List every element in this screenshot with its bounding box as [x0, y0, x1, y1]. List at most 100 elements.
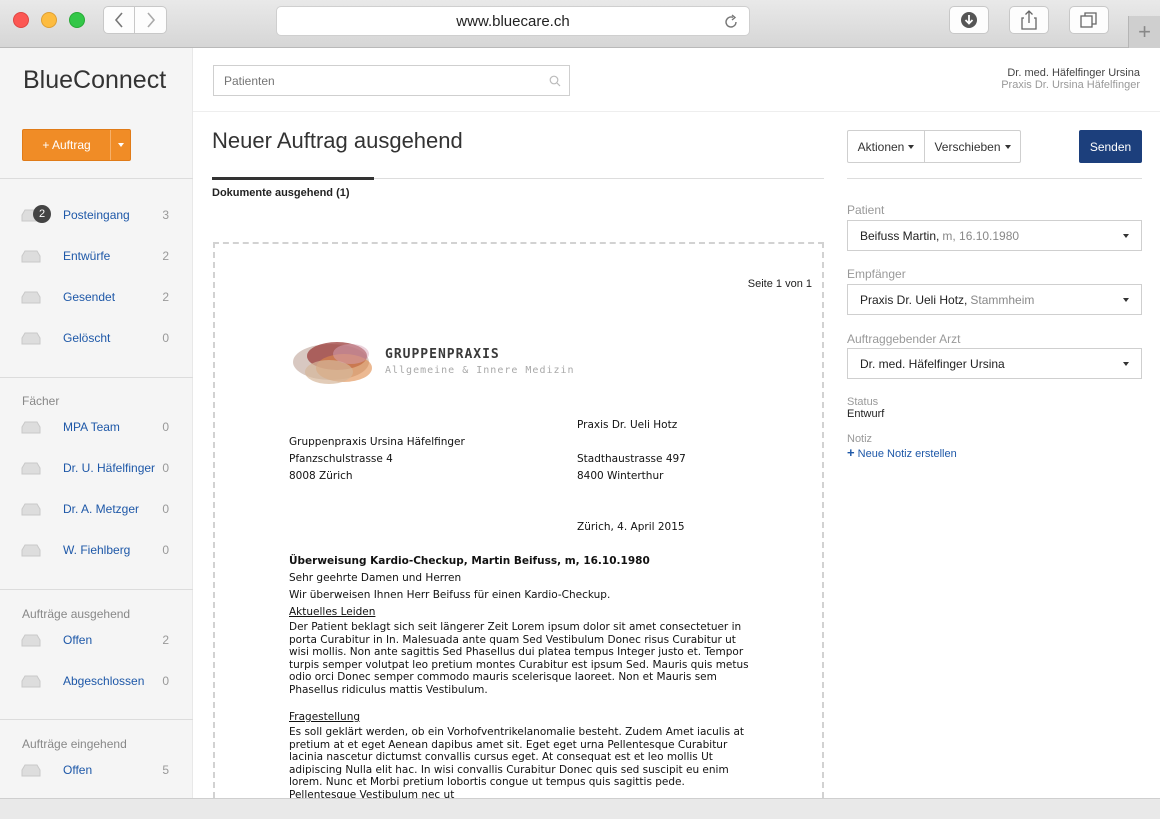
send-button[interactable]: Senden — [1079, 130, 1142, 163]
tab-overview-button[interactable] — [1069, 6, 1109, 34]
sidebar-item-count: 0 — [162, 461, 169, 475]
sidebar-item-gesendet[interactable]: Gesendet 2 — [0, 282, 193, 312]
reload-icon[interactable] — [721, 12, 741, 32]
letter-date: Zürich, 4. April 2015 — [577, 521, 685, 533]
chevron-down-icon — [1004, 144, 1011, 149]
chevron-down-icon — [1123, 298, 1129, 302]
sidebar-item-posteingang[interactable]: 2 Posteingang 3 — [0, 200, 193, 230]
sidebar-item-count: 2 — [162, 249, 169, 263]
sidebar-item-label: Offen — [63, 633, 93, 647]
sidebar-item-count: 2 — [162, 633, 169, 647]
sidebar-item-count: 5 — [162, 763, 169, 777]
sidebar-item-ausgehend-offen[interactable]: Offen 2 — [0, 625, 193, 655]
patient-search[interactable] — [213, 65, 570, 96]
document-preview[interactable]: Seite 1 von 1 GRUPPENPRAXIS Allgemeine &… — [213, 242, 824, 798]
inbox-icon — [21, 250, 41, 263]
sidebar-item-count: 0 — [162, 420, 169, 434]
forward-button[interactable] — [135, 6, 167, 34]
status-value: Entwurf — [847, 408, 885, 420]
recipient-name: Praxis Dr. Ueli Hotz, — [860, 292, 968, 307]
app-brand: BlueConnect — [23, 66, 167, 94]
sidebar-item-label: Offen — [63, 763, 93, 777]
sidebar-divider — [0, 719, 193, 720]
doctor-select[interactable]: Dr. med. Häfelfinger Ursina — [847, 348, 1142, 379]
sidebar-item-geloescht[interactable]: Gelöscht 0 — [0, 323, 193, 353]
sidebar-item-label: MPA Team — [63, 420, 120, 434]
actions-dropdown[interactable]: Aktionen — [847, 130, 925, 163]
logo-subtitle: Allgemeine & Innere Medizin — [385, 365, 575, 376]
sidebar-item-count: 0 — [162, 543, 169, 557]
patient-select[interactable]: Beifuss Martin, m, 16.10.1980 — [847, 220, 1142, 251]
inbox-icon — [21, 503, 41, 516]
chevron-down-icon — [117, 143, 124, 147]
plus-icon: + — [1138, 19, 1151, 44]
new-tab-button[interactable]: + — [1128, 16, 1160, 48]
inbox-icon — [21, 291, 41, 304]
minimize-window-button[interactable] — [41, 12, 57, 28]
patient-label: Patient — [847, 203, 885, 217]
tab-documents-outgoing[interactable]: Dokumente ausgehend (1) — [212, 187, 350, 199]
zoom-window-button[interactable] — [69, 12, 85, 28]
sidebar-item-mpa-team[interactable]: MPA Team 0 — [0, 412, 193, 442]
sidebar-item-eingehend-offen[interactable]: Offen 5 — [0, 755, 193, 785]
unread-badge: 2 — [33, 205, 51, 223]
logo-title: GRUPPENPRAXIS — [385, 347, 500, 362]
sidebar-item-count: 3 — [162, 208, 169, 222]
sidebar-item-label: Abgeschlossen — [63, 674, 145, 688]
sidebar-item-ausgehend-abgeschlossen[interactable]: Abgeschlossen 0 — [0, 666, 193, 696]
sender-address-name: Gruppenpraxis Ursina Häfelfinger — [289, 436, 465, 448]
close-window-button[interactable] — [13, 12, 29, 28]
search-icon — [549, 75, 561, 87]
sidebar-item-label: Gesendet — [63, 290, 116, 304]
url-text: www.bluecare.ch — [456, 12, 570, 30]
browser-status-bar — [0, 798, 1160, 819]
sidebar-heading-faecher: Fächer — [22, 394, 60, 408]
chevron-down-icon — [1123, 234, 1129, 238]
user-info[interactable]: Dr. med. Häfelfinger Ursina Praxis Dr. U… — [1001, 67, 1140, 91]
add-note-label: Neue Notiz erstellen — [857, 448, 957, 460]
address-bar[interactable]: www.bluecare.ch — [276, 6, 750, 36]
sidebar-item-haefelfinger[interactable]: Dr. U. Häfelfinger 0 — [0, 453, 193, 483]
sidebar-item-entwuerfe[interactable]: Entwürfe 2 — [0, 241, 193, 271]
user-name: Dr. med. Häfelfinger Ursina — [1007, 67, 1140, 79]
recipient-address-city: 8400 Winterthur — [577, 470, 664, 482]
new-order-dropdown[interactable] — [110, 130, 130, 160]
sender-address-city: 8008 Zürich — [289, 470, 353, 482]
chevron-right-icon — [146, 12, 155, 28]
recipient-label: Empfänger — [847, 267, 906, 281]
tabs-icon — [1080, 12, 1097, 28]
inbox-icon — [21, 675, 41, 688]
inbox-icon — [21, 332, 41, 345]
share-icon — [1021, 10, 1037, 30]
panel-divider — [847, 178, 1142, 179]
move-dropdown[interactable]: Verschieben — [924, 130, 1021, 163]
letter-intro: Wir überweisen Ihnen Herr Beifuss für ei… — [289, 589, 611, 601]
letter-subject: Überweisung Kardio-Checkup, Martin Beifu… — [289, 555, 650, 567]
actions-label: Aktionen — [857, 139, 905, 154]
sidebar-item-metzger[interactable]: Dr. A. Metzger 0 — [0, 494, 193, 524]
share-button[interactable] — [1009, 6, 1049, 34]
section-heading: Fragestellung — [289, 711, 361, 723]
chevron-down-icon — [1123, 362, 1129, 366]
sender-address-street: Pfanzschulstrasse 4 — [289, 453, 393, 465]
sidebar-divider — [0, 589, 193, 590]
sidebar-item-label: Gelöscht — [63, 331, 111, 345]
doctor-label: Auftraggebender Arzt — [847, 332, 961, 346]
back-button[interactable] — [103, 6, 135, 34]
add-note-link[interactable]: + Neue Notiz erstellen — [847, 445, 957, 460]
sidebar: BlueConnect + Auftrag 2 Posteingang 3 En… — [0, 48, 193, 798]
note-label: Notiz — [847, 433, 873, 445]
recipient-address-name: Praxis Dr. Ueli Hotz — [577, 419, 678, 431]
search-input[interactable] — [224, 73, 544, 88]
sidebar-item-fiehlberg[interactable]: W. Fiehlberg 0 — [0, 535, 193, 565]
sidebar-item-label: Entwürfe — [63, 249, 111, 263]
section-heading: Aktuelles Leiden — [289, 606, 376, 618]
sidebar-item-count: 0 — [162, 502, 169, 516]
doctor-name: Dr. med. Häfelfinger Ursina — [860, 356, 1005, 371]
recipient-select[interactable]: Praxis Dr. Ueli Hotz, Stammheim — [847, 284, 1142, 315]
downloads-button[interactable] — [949, 6, 989, 34]
header-divider — [193, 111, 1160, 112]
new-order-button[interactable]: + Auftrag — [22, 129, 131, 161]
chevron-left-icon — [114, 12, 123, 28]
browser-toolbar: www.bluecare.ch + — [0, 0, 1160, 48]
